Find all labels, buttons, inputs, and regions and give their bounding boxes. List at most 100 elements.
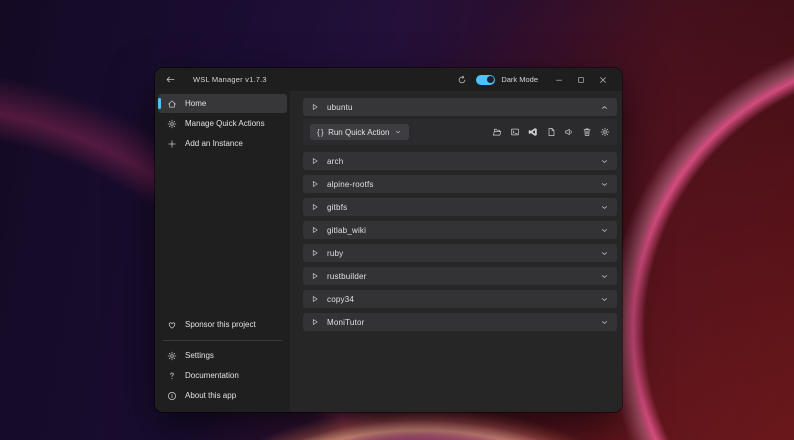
back-arrow-icon — [165, 74, 176, 85]
terminal-icon — [510, 127, 520, 137]
instance-row-copy34[interactable]: copy34 — [303, 290, 617, 308]
chevron-up-icon[interactable] — [600, 103, 609, 112]
chevron-down-icon[interactable] — [600, 180, 609, 189]
export-button[interactable] — [564, 127, 574, 137]
sidebar-item-label: Sponsor this project — [185, 320, 256, 329]
plus-icon — [167, 139, 177, 149]
selection-indicator — [158, 98, 161, 109]
chevron-down-icon[interactable] — [600, 203, 609, 212]
maximize-button[interactable] — [570, 71, 592, 89]
instance-name: copy34 — [327, 294, 354, 304]
copy-icon — [546, 127, 556, 137]
open-terminal-button[interactable] — [510, 127, 520, 137]
instance-name: gitlab_wiki — [327, 225, 367, 235]
sidebar-item-label: Documentation — [185, 371, 239, 380]
instance-row-arch[interactable]: arch — [303, 152, 617, 170]
sidebar-item-label: Add an Instance — [185, 139, 243, 148]
gear-icon — [167, 119, 177, 129]
instance-name: alpine-rootfs — [327, 179, 374, 189]
question-icon — [167, 371, 177, 381]
trash-icon — [582, 127, 592, 137]
chevron-down-icon[interactable] — [600, 318, 609, 327]
run-quick-action-button[interactable]: { } Run Quick Action — [310, 124, 410, 140]
sidebar-divider — [163, 340, 282, 341]
braces-icon: { } — [317, 127, 324, 137]
refresh-button[interactable] — [457, 75, 467, 85]
expanded-instance-card: ubuntu { } Run Quick Action — [303, 98, 617, 145]
play-icon[interactable] — [311, 318, 319, 326]
sidebar-item-about-this-app[interactable]: About this app — [158, 386, 287, 405]
sidebar: Home Manage Quick Actions Add an Instance … — [155, 91, 290, 412]
sidebar-footer-primary: Sponsor this project — [155, 315, 290, 335]
instance-name: MoniTutor — [327, 317, 365, 327]
chevron-down-icon — [394, 128, 402, 136]
chevron-down-icon[interactable] — [600, 249, 609, 258]
play-icon[interactable] — [311, 203, 319, 211]
instance-row-monitutor[interactable]: MoniTutor — [303, 313, 617, 331]
chevron-down-icon[interactable] — [600, 226, 609, 235]
open-folder-button[interactable] — [492, 127, 502, 137]
instance-row-rustbuilder[interactable]: rustbuilder — [303, 267, 617, 285]
back-button[interactable] — [165, 74, 176, 85]
titlebar: WSL Manager v1.7.3 Dark Mode — [155, 68, 622, 91]
sidebar-item-manage-quick-actions[interactable]: Manage Quick Actions — [158, 114, 287, 133]
sidebar-item-documentation[interactable]: Documentation — [158, 366, 287, 385]
instance-row-ubuntu[interactable]: ubuntu — [303, 98, 617, 116]
info-icon — [167, 391, 177, 401]
dark-mode-toggle[interactable] — [476, 74, 496, 85]
titlebar-right: Dark Mode — [457, 71, 614, 89]
copy-button[interactable] — [546, 127, 556, 137]
instance-row-ruby[interactable]: ruby — [303, 244, 617, 262]
sidebar-item-sponsor-this-project[interactable]: Sponsor this project — [158, 315, 287, 334]
play-icon[interactable] — [311, 226, 319, 234]
instance-settings-button[interactable] — [600, 127, 610, 137]
desktop-wallpaper: WSL Manager v1.7.3 Dark Mode Home Manage… — [0, 0, 794, 440]
delete-button[interactable] — [582, 127, 592, 137]
play-icon[interactable] — [311, 272, 319, 280]
chevron-down-icon[interactable] — [600, 295, 609, 304]
sidebar-footer-secondary: Settings Documentation About this app — [155, 346, 290, 406]
maximize-icon — [576, 75, 586, 85]
instance-name: ruby — [327, 248, 344, 258]
gear-icon — [600, 127, 610, 137]
run-quick-action-label: Run Quick Action — [328, 127, 390, 137]
minimize-icon — [554, 75, 564, 85]
instance-row-gitlab-wiki[interactable]: gitlab_wiki — [303, 221, 617, 239]
open-vscode-button[interactable] — [528, 127, 538, 137]
window-title: WSL Manager v1.7.3 — [193, 75, 267, 84]
toggle-knob — [486, 76, 494, 83]
play-icon[interactable] — [311, 249, 319, 257]
instance-row-alpine-rootfs[interactable]: alpine-rootfs — [303, 175, 617, 193]
sidebar-item-add-an-instance[interactable]: Add an Instance — [158, 134, 287, 153]
folder-open-icon — [492, 127, 502, 137]
sidebar-item-home[interactable]: Home — [158, 94, 287, 113]
sidebar-item-label: About this app — [185, 391, 237, 400]
heart-icon — [167, 320, 177, 330]
sidebar-item-label: Settings — [185, 351, 214, 360]
instance-actions — [492, 127, 610, 137]
gear-icon — [167, 351, 177, 361]
home-icon — [167, 99, 177, 109]
app-window: WSL Manager v1.7.3 Dark Mode Home Manage… — [155, 68, 622, 412]
instance-name: rustbuilder — [327, 271, 367, 281]
close-icon — [598, 75, 608, 85]
instance-name: gitbfs — [327, 202, 348, 212]
play-icon[interactable] — [311, 295, 319, 303]
sidebar-item-settings[interactable]: Settings — [158, 346, 287, 365]
close-button[interactable] — [592, 71, 614, 89]
app-body: Home Manage Quick Actions Add an Instance … — [155, 91, 622, 412]
instance-expanded-area: { } Run Quick Action — [303, 119, 617, 145]
play-icon[interactable] — [311, 157, 319, 165]
sidebar-nav: Home Manage Quick Actions Add an Instance — [155, 94, 290, 154]
instance-panel: ubuntu { } Run Quick Action arch alpine-r… — [290, 91, 622, 412]
dark-mode-label: Dark Mode — [501, 75, 538, 84]
chevron-down-icon[interactable] — [600, 272, 609, 281]
vscode-icon — [528, 127, 538, 137]
speaker-icon — [564, 127, 574, 137]
minimize-button[interactable] — [548, 71, 570, 89]
sidebar-item-label: Manage Quick Actions — [185, 119, 265, 128]
play-icon[interactable] — [311, 180, 319, 188]
play-icon[interactable] — [311, 103, 319, 111]
chevron-down-icon[interactable] — [600, 157, 609, 166]
instance-row-gitbfs[interactable]: gitbfs — [303, 198, 617, 216]
